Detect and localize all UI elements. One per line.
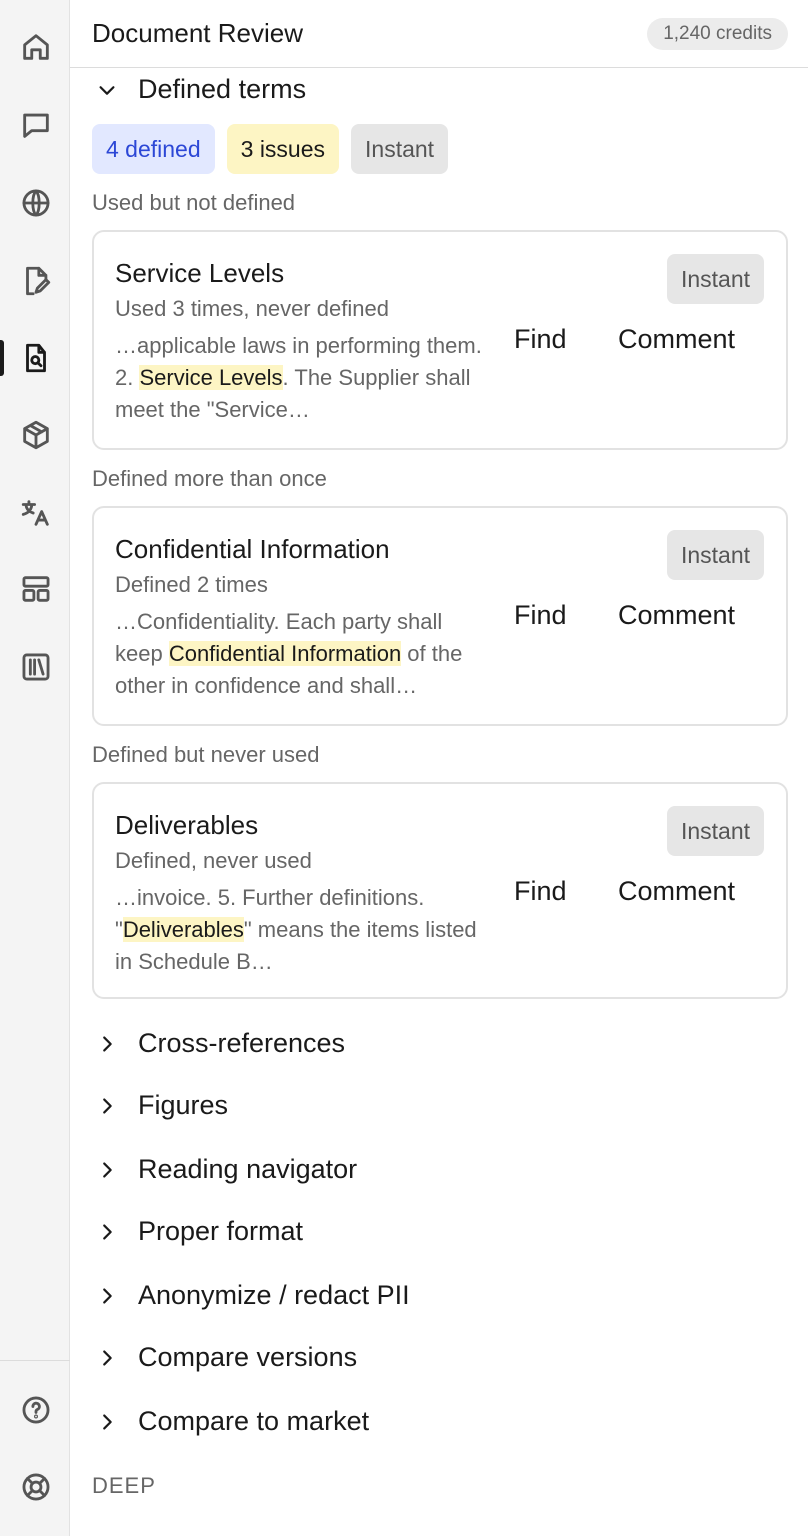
section-anonymize-redact-pii[interactable]: Anonymize / redact PII <box>92 1280 410 1311</box>
section-label: Anonymize / redact PII <box>138 1280 410 1310</box>
home-icon[interactable] <box>19 30 53 64</box>
section-label: Reading navigator <box>138 1154 358 1184</box>
chevron-right-icon <box>92 1029 122 1059</box>
rail-active-indicator <box>0 340 4 376</box>
term-title: Deliverables <box>115 810 259 840</box>
chevron-right-icon <box>92 1217 122 1247</box>
chevron-right-icon <box>92 1407 122 1437</box>
file-edit-icon[interactable] <box>19 264 53 298</box>
instant-badge: Instant <box>666 254 764 304</box>
section-label: Cross-references <box>138 1028 346 1058</box>
section-proper-format[interactable]: Proper format <box>92 1216 303 1247</box>
instant-badge: Instant <box>351 124 449 174</box>
term-snippet: …applicable laws in performing them. 2. … <box>115 333 482 422</box>
term-card: Confidential Information Defined 2 times… <box>92 506 788 726</box>
chevron-right-icon <box>92 1281 122 1311</box>
comment-button[interactable]: Comment <box>618 600 735 631</box>
section-defined-terms[interactable]: Defined terms <box>92 74 306 105</box>
term-meta: Defined, never used <box>115 848 312 873</box>
rail-divider <box>0 1360 70 1361</box>
comment-button[interactable]: Comment <box>618 324 735 355</box>
find-button[interactable]: Find <box>514 876 567 907</box>
term-title: Service Levels <box>115 258 285 288</box>
instant-badge: Instant <box>666 806 764 856</box>
term-title: Confidential Information <box>115 534 390 564</box>
translate-icon[interactable] <box>19 496 53 530</box>
section-compare-versions[interactable]: Compare versions <box>92 1342 357 1373</box>
icon-rail <box>0 0 70 1536</box>
section-reading-navigator[interactable]: Reading navigator <box>92 1154 357 1185</box>
section-label: Figures <box>138 1090 229 1120</box>
find-button[interactable]: Find <box>514 324 567 355</box>
globe-icon[interactable] <box>19 186 53 220</box>
page-title: Document Review <box>92 18 303 48</box>
chat-icon[interactable] <box>19 108 53 142</box>
layout-icon[interactable] <box>19 572 53 606</box>
chevron-down-icon <box>92 75 122 105</box>
issues-count-badge: 3 issues <box>226 124 340 174</box>
instant-badge: Instant <box>666 530 764 580</box>
chevron-right-icon <box>92 1343 122 1373</box>
section-label: Compare to market <box>138 1406 370 1436</box>
library-icon[interactable] <box>19 650 53 684</box>
panel-header: Document Review 1,240 credits <box>70 0 808 68</box>
help-icon[interactable] <box>19 1393 53 1427</box>
credits-badge: 1,240 credits <box>647 18 788 50</box>
deep-group-label: DEEP <box>92 1473 156 1498</box>
section-label: Compare versions <box>138 1342 358 1372</box>
group-label: Defined more than once <box>92 466 327 491</box>
chevron-right-icon <box>92 1155 122 1185</box>
section-label: Proper format <box>138 1216 304 1246</box>
term-meta: Defined 2 times <box>115 572 268 597</box>
defined-count-badge: 4 defined <box>92 124 215 174</box>
section-label: Defined terms <box>138 74 307 104</box>
term-highlight: Deliverables <box>122 917 244 942</box>
section-compare-to-market[interactable]: Compare to market <box>92 1406 369 1437</box>
section-figures[interactable]: Figures <box>92 1090 228 1121</box>
term-highlight: Service Levels <box>139 365 283 390</box>
document-search-icon[interactable] <box>19 341 53 375</box>
chevron-right-icon <box>92 1091 122 1121</box>
term-highlight: Confidential Information <box>168 641 402 666</box>
section-cross-references[interactable]: Cross-references <box>92 1028 345 1059</box>
lifebuoy-icon[interactable] <box>19 1470 53 1504</box>
summary-badges: 4 defined 3 issues Instant <box>92 124 449 174</box>
find-button[interactable]: Find <box>514 600 567 631</box>
box-icon[interactable] <box>19 418 53 452</box>
group-label: Defined but never used <box>92 742 320 767</box>
term-card: Deliverables Defined, never used …invoic… <box>92 782 788 999</box>
term-snippet: …Confidentiality. Each party shall keep … <box>115 609 463 698</box>
group-label: Used but not defined <box>92 190 296 215</box>
comment-button[interactable]: Comment <box>618 876 735 907</box>
term-snippet: …invoice. 5. Further definitions. "Deliv… <box>115 885 477 974</box>
term-card: Service Levels Used 3 times, never defin… <box>92 230 788 450</box>
term-meta: Used 3 times, never defined <box>115 296 389 321</box>
